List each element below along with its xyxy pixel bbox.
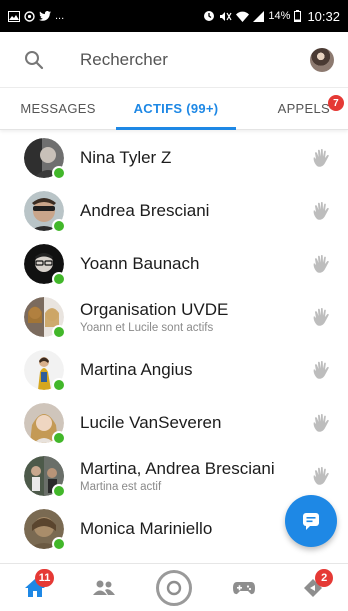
online-indicator	[52, 219, 66, 233]
contact-subtitle: Martina est actif	[80, 481, 162, 493]
contact-subtitle: Yoann et Lucile sont actifs	[80, 322, 214, 334]
contact-name: Monica Mariniello	[80, 519, 213, 538]
tab-messages-label: MESSAGES	[20, 101, 96, 116]
contact-text: Organisation UVDE Yoann et Lucile sont a…	[80, 291, 288, 343]
tab-bar: MESSAGES ACTIFS (99+) APPELS 7	[0, 88, 348, 130]
contact-row[interactable]: Yoann Baunach	[0, 238, 348, 290]
contact-name: Yoann Baunach	[80, 254, 200, 273]
avatar-wrap	[24, 350, 66, 392]
settings-icon	[24, 10, 35, 22]
battery-percent: 14%	[268, 9, 291, 22]
avatar-wrap	[24, 191, 66, 233]
tab-appels[interactable]: APPELS 7	[236, 88, 348, 129]
contact-name: Andrea Bresciani	[80, 201, 210, 220]
active-contacts-list: Nina Tyler Z Andrea Bresciani Yoann Baun…	[0, 131, 348, 561]
tab-messages[interactable]: MESSAGES	[0, 88, 116, 129]
discover-badge: 2	[315, 568, 334, 587]
contact-row[interactable]: Lucile VanSeveren	[0, 397, 348, 449]
camera-button-ring	[155, 569, 192, 606]
nav-home[interactable]: 11	[11, 566, 59, 610]
contact-text: Martina, Andrea Bresciani Martina est ac…	[80, 450, 288, 502]
search-input[interactable]	[80, 49, 310, 70]
contact-name: Organisation UVDE	[80, 300, 229, 319]
clock: 10:32	[307, 8, 340, 24]
avatar-wrap	[24, 509, 66, 551]
status-right: 14% 10:32	[203, 9, 340, 24]
wave-hand-icon[interactable]	[310, 252, 334, 276]
tab-actifs-label: ACTIFS (99+)	[133, 101, 219, 116]
signal-icon	[253, 10, 265, 22]
compose-button[interactable]	[285, 495, 337, 547]
online-indicator	[52, 325, 66, 339]
tab-appels-label: APPELS	[277, 101, 330, 116]
online-indicator	[52, 484, 66, 498]
wifi-icon	[236, 11, 250, 22]
status-bar: ... 14% 10:32	[0, 0, 348, 32]
people-icon	[93, 580, 116, 595]
contact-name: Lucile VanSeveren	[80, 413, 222, 432]
my-profile-avatar[interactable]	[310, 47, 334, 72]
contact-row[interactable]: Andrea Bresciani	[0, 185, 348, 237]
online-indicator	[52, 272, 66, 286]
camera-icon	[166, 580, 182, 595]
contact-text: Lucile VanSeveren	[80, 397, 288, 449]
contact-text: Nina Tyler Z	[80, 132, 288, 184]
tab-actifs[interactable]: ACTIFS (99+)	[116, 88, 236, 130]
wave-hand-icon[interactable]	[310, 411, 334, 435]
nav-camera[interactable]	[150, 566, 198, 610]
avatar-wrap	[24, 138, 66, 180]
wave-hand-icon[interactable]	[310, 305, 334, 329]
search-bar	[0, 32, 348, 88]
wave-hand-icon[interactable]	[310, 146, 334, 170]
gallery-icon	[8, 10, 20, 22]
contact-text: Yoann Baunach	[80, 238, 288, 290]
sync-icon	[204, 11, 215, 21]
appels-badge: 7	[328, 95, 344, 111]
compose-icon	[303, 513, 319, 530]
status-left: ...	[8, 9, 65, 22]
contact-text: Martina Angius	[80, 344, 288, 396]
contact-text: Monica Mariniello	[80, 503, 288, 555]
home-badge: 11	[34, 568, 55, 587]
status-ellipsis: ...	[55, 9, 65, 22]
avatar-wrap	[24, 403, 66, 445]
contact-text: Andrea Bresciani	[80, 185, 288, 237]
mute-icon	[220, 11, 232, 21]
avatar-wrap	[24, 297, 66, 339]
contact-row[interactable]: Organisation UVDE Yoann et Lucile sont a…	[0, 291, 348, 343]
nav-games[interactable]	[220, 566, 268, 610]
wave-hand-icon[interactable]	[310, 358, 334, 382]
search-icon[interactable]	[22, 48, 46, 72]
nav-discover[interactable]: 2	[289, 566, 337, 610]
nav-people[interactable]	[80, 566, 128, 610]
contact-row[interactable]: Martina Angius	[0, 344, 348, 396]
online-indicator	[52, 166, 66, 180]
wave-hand-icon[interactable]	[310, 464, 334, 488]
avatar-wrap	[24, 456, 66, 498]
contact-name: Nina Tyler Z	[80, 148, 172, 167]
games-icon	[232, 581, 255, 594]
online-indicator	[52, 537, 66, 551]
online-indicator	[52, 378, 66, 392]
avatar-wrap	[24, 244, 66, 286]
battery-icon	[294, 10, 302, 22]
contact-name: Martina Angius	[80, 360, 193, 379]
contact-row[interactable]: Martina, Andrea Bresciani Martina est ac…	[0, 450, 348, 502]
online-indicator	[52, 431, 66, 445]
twitter-icon	[39, 11, 51, 21]
wave-hand-icon[interactable]	[310, 199, 334, 223]
contact-row[interactable]: Nina Tyler Z	[0, 132, 348, 184]
contact-name: Martina, Andrea Bresciani	[80, 459, 275, 478]
bottom-navigation: 11 2	[0, 563, 348, 611]
